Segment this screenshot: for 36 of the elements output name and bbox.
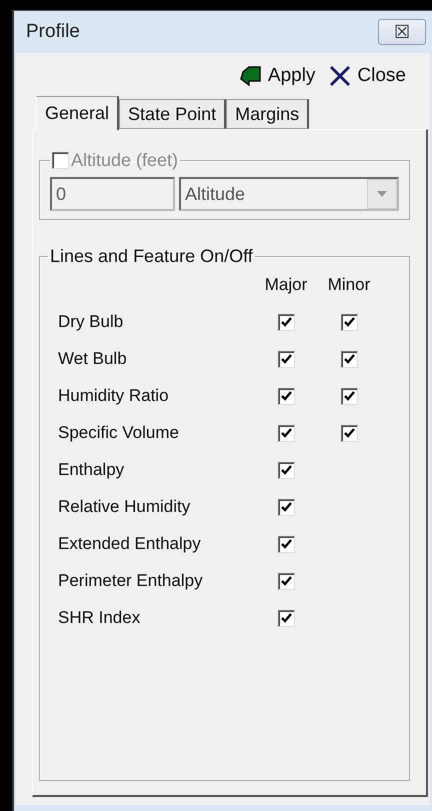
checkbox[interactable]: [278, 462, 294, 478]
row-label: Dry Bulb: [57, 312, 124, 332]
window-title: Profile: [26, 21, 80, 43]
tab[interactable]: General: [36, 96, 120, 130]
checkbox[interactable]: [278, 498, 294, 516]
column-header: Major: [264, 275, 308, 295]
checkbox[interactable]: [340, 350, 358, 368]
close-icon: [329, 65, 352, 87]
group-title: Lines and Feature On/Off: [50, 246, 253, 267]
checkbox[interactable]: [278, 610, 294, 626]
checkbox[interactable]: [278, 350, 294, 368]
group-title: Altitude (feet): [71, 150, 178, 171]
column-header: Minor: [328, 275, 370, 295]
checkbox[interactable]: [340, 388, 358, 404]
tab[interactable]: Margins: [226, 99, 310, 129]
checkbox[interactable]: [278, 424, 294, 442]
checkbox[interactable]: [340, 424, 358, 442]
close-button[interactable]: Close: [329, 65, 406, 87]
row-label: Humidity Ratio: [57, 386, 170, 406]
checkbox[interactable]: [340, 314, 358, 330]
caret-icon: [377, 191, 387, 197]
row-label: Extended Enthalpy: [57, 534, 202, 554]
row-label: Specific Volume: [57, 423, 180, 443]
row-label: SHR Index: [57, 608, 142, 628]
tab[interactable]: State Point: [119, 99, 226, 129]
close-button[interactable]: ☒: [378, 19, 426, 45]
arrow-icon: [240, 66, 262, 86]
checkbox[interactable]: [278, 314, 294, 330]
row-label: Wet Bulb: [57, 349, 128, 369]
checkbox[interactable]: [278, 572, 294, 590]
row-label: Relative Humidity: [57, 497, 192, 517]
apply-button[interactable]: Apply: [240, 65, 316, 87]
row-label: Enthalpy: [57, 460, 126, 480]
checkbox[interactable]: [278, 388, 294, 404]
checkbox[interactable]: [278, 536, 294, 552]
row-label: Perimeter Enthalpy: [57, 571, 204, 591]
